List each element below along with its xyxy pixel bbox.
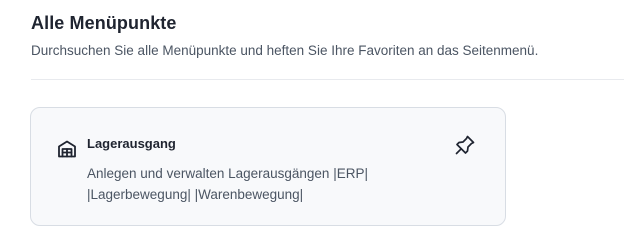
page-title: Alle Menüpunkte [31,13,177,33]
pin-icon [453,133,477,162]
warehouse-icon [56,138,78,160]
pin-button[interactable] [451,133,479,161]
page-subtitle: Durchsuchen Sie alle Menüpunkte und heft… [31,43,539,58]
header-divider [31,79,624,80]
menu-item-description: Anlegen und verwalten Lagerausgängen |ER… [87,166,368,202]
menu-item-title: Lagerausgang [87,136,176,151]
menu-item-card[interactable]: Lagerausgang Anlegen und verwalten Lager… [30,107,506,226]
